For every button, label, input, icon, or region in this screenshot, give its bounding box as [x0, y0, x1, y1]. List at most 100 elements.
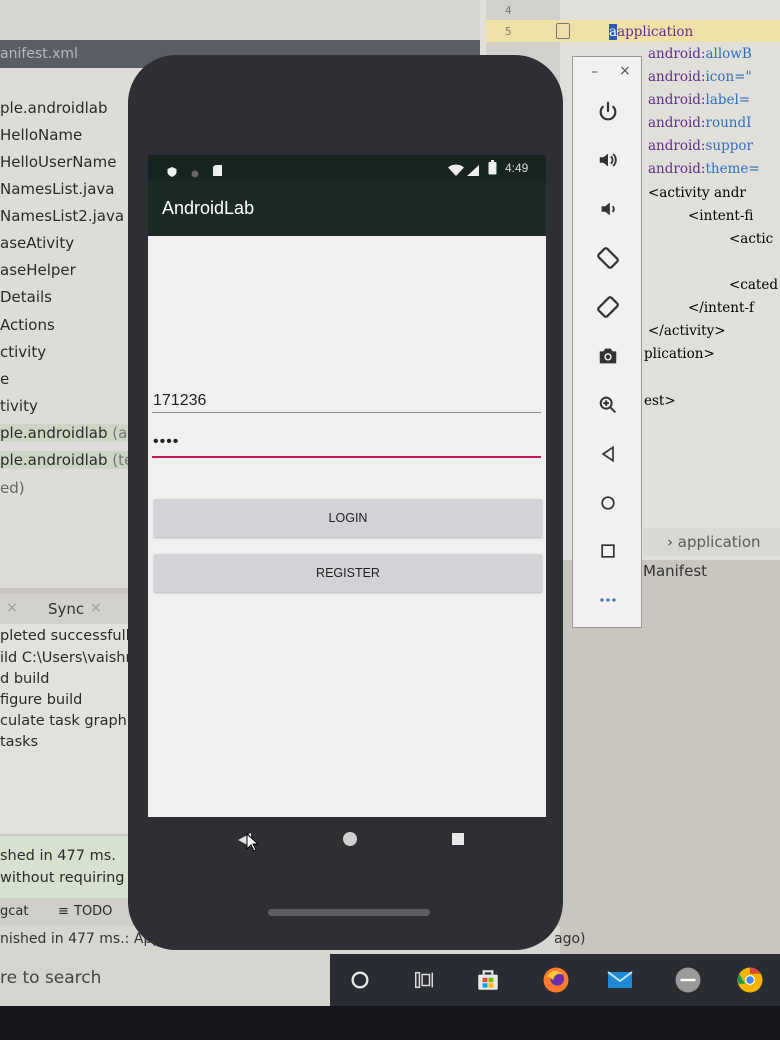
- app-icon[interactable]: [668, 960, 708, 1000]
- tree-item[interactable]: Actions: [0, 316, 55, 334]
- code-line: <activity andr: [648, 185, 746, 201]
- code-line: android:label=: [648, 92, 750, 108]
- desk-edge: [0, 1006, 780, 1040]
- build-line: tasks: [0, 734, 39, 750]
- tree-item[interactable]: ple.androidlab: [0, 99, 108, 117]
- code-attr: allowB: [705, 46, 752, 62]
- status-time: 4:49: [505, 161, 529, 175]
- build-line: culate task graph: [0, 713, 127, 729]
- ide-toolbar: [0, 0, 480, 40]
- breadcrumb-label: application: [677, 533, 761, 551]
- tree-item-label: ple.androidlab: [0, 451, 108, 469]
- tree-item[interactable]: NamesList.java: [0, 180, 115, 198]
- tree-item[interactable]: Details: [0, 288, 52, 306]
- status-text: nished in 477 ms.: App: [0, 931, 162, 947]
- overview-icon[interactable]: [594, 537, 622, 565]
- breadcrumb-item[interactable]: › application: [667, 533, 761, 551]
- todo-icon[interactable]: ≡: [58, 904, 69, 919]
- tab-logcat[interactable]: gcat: [0, 904, 28, 919]
- volume-up-icon[interactable]: [594, 146, 622, 174]
- code-attr: suppor: [705, 138, 753, 154]
- more-icon[interactable]: [594, 586, 622, 614]
- tree-item[interactable]: HelloName: [0, 126, 82, 144]
- code-line: android:suppor: [648, 138, 753, 154]
- username-underline: [152, 412, 541, 413]
- zoom-icon[interactable]: [594, 391, 622, 419]
- code-attr-prefix: android:: [648, 138, 706, 154]
- mail-icon[interactable]: [600, 960, 640, 1000]
- tree-item[interactable]: ed): [0, 479, 25, 497]
- code-attr-prefix: android:: [648, 115, 706, 131]
- build-line: figure build: [0, 692, 83, 708]
- sd-card-icon: [212, 162, 223, 181]
- rotate-right-icon[interactable]: [594, 293, 622, 321]
- shield-icon: [166, 163, 178, 182]
- app-screen: [148, 155, 546, 817]
- code-line: est>: [644, 393, 676, 409]
- close-icon[interactable]: ×: [6, 600, 18, 616]
- chrome-icon[interactable]: [730, 960, 770, 1000]
- cortana-icon[interactable]: [340, 960, 380, 1000]
- code-line: <actic: [729, 231, 774, 247]
- home-icon[interactable]: [594, 489, 622, 517]
- tree-item-label: ple.androidlab: [0, 424, 108, 442]
- back-icon[interactable]: [594, 440, 622, 468]
- task-view-icon[interactable]: [404, 960, 444, 1000]
- minimize-button[interactable]: –: [591, 64, 598, 80]
- power-icon[interactable]: [594, 97, 622, 125]
- code-line: android:theme=: [648, 161, 760, 177]
- code-tag: application: [617, 24, 694, 40]
- tab-merged-manifest[interactable]: Manifest: [643, 562, 707, 580]
- volume-down-icon[interactable]: [594, 195, 622, 223]
- signal-icon: [466, 162, 480, 181]
- tree-item[interactable]: NamesList2.java: [0, 207, 124, 225]
- tree-item-selected[interactable]: ple.androidlab (ar: [0, 424, 140, 442]
- home-indicator: [268, 909, 430, 916]
- password-field[interactable]: ••••: [153, 433, 179, 451]
- close-icon[interactable]: ×: [90, 600, 102, 616]
- code-line: aapplication: [609, 24, 693, 40]
- tree-item[interactable]: tivity: [0, 397, 38, 415]
- code-line: android:icon=": [648, 69, 752, 85]
- code-line: android:allowB: [648, 46, 752, 62]
- build-line: d build: [0, 671, 50, 687]
- tree-item[interactable]: aseAtivity: [0, 234, 74, 252]
- code-attr-prefix: android:: [648, 161, 706, 177]
- mouse-cursor-icon: [246, 832, 260, 856]
- code-attr: label=: [705, 92, 751, 108]
- code-line: plication>: [644, 346, 715, 362]
- tree-item[interactable]: e: [0, 370, 9, 388]
- tree-item[interactable]: ctivity: [0, 343, 46, 361]
- code-line: </activity>: [648, 323, 726, 339]
- tab-manifest[interactable]: anifest.xml: [0, 46, 78, 62]
- code-line: android:roundI: [648, 115, 751, 131]
- app-title: AndroidLab: [162, 198, 255, 218]
- android-status-bar: [148, 155, 546, 181]
- register-button[interactable]: REGISTER: [154, 554, 542, 592]
- build-line: pleted successfully: [0, 628, 139, 644]
- tab-sync[interactable]: Sync: [48, 600, 84, 618]
- close-button[interactable]: ×: [619, 63, 631, 79]
- code-attr: roundI: [705, 115, 752, 131]
- store-icon[interactable]: [468, 960, 508, 1000]
- rotate-left-icon[interactable]: [594, 244, 622, 272]
- tab-todo[interactable]: TODO: [74, 904, 112, 919]
- event-line: shed in 477 ms.: [0, 848, 116, 864]
- nav-home-icon[interactable]: [341, 830, 359, 852]
- fold-marker-icon[interactable]: [556, 23, 570, 39]
- code-line: </intent-f: [688, 300, 754, 316]
- firefox-icon[interactable]: [536, 960, 576, 1000]
- login-button[interactable]: LOGIN: [154, 499, 542, 537]
- camera-icon[interactable]: [594, 342, 622, 370]
- event-line: without requiring a: [0, 870, 138, 886]
- tree-item-selected[interactable]: ple.androidlab (te: [0, 451, 140, 469]
- password-underline-focused: [152, 456, 541, 458]
- code-attr: icon=": [705, 69, 752, 85]
- tree-item[interactable]: aseHelper: [0, 261, 76, 279]
- line-number: 5: [505, 25, 512, 38]
- status-ago: ago): [554, 931, 586, 947]
- username-field[interactable]: 171236: [153, 392, 206, 410]
- nav-overview-icon[interactable]: [451, 831, 465, 850]
- tree-item[interactable]: HelloUserName: [0, 153, 116, 171]
- code-cursor-char: a: [609, 24, 618, 40]
